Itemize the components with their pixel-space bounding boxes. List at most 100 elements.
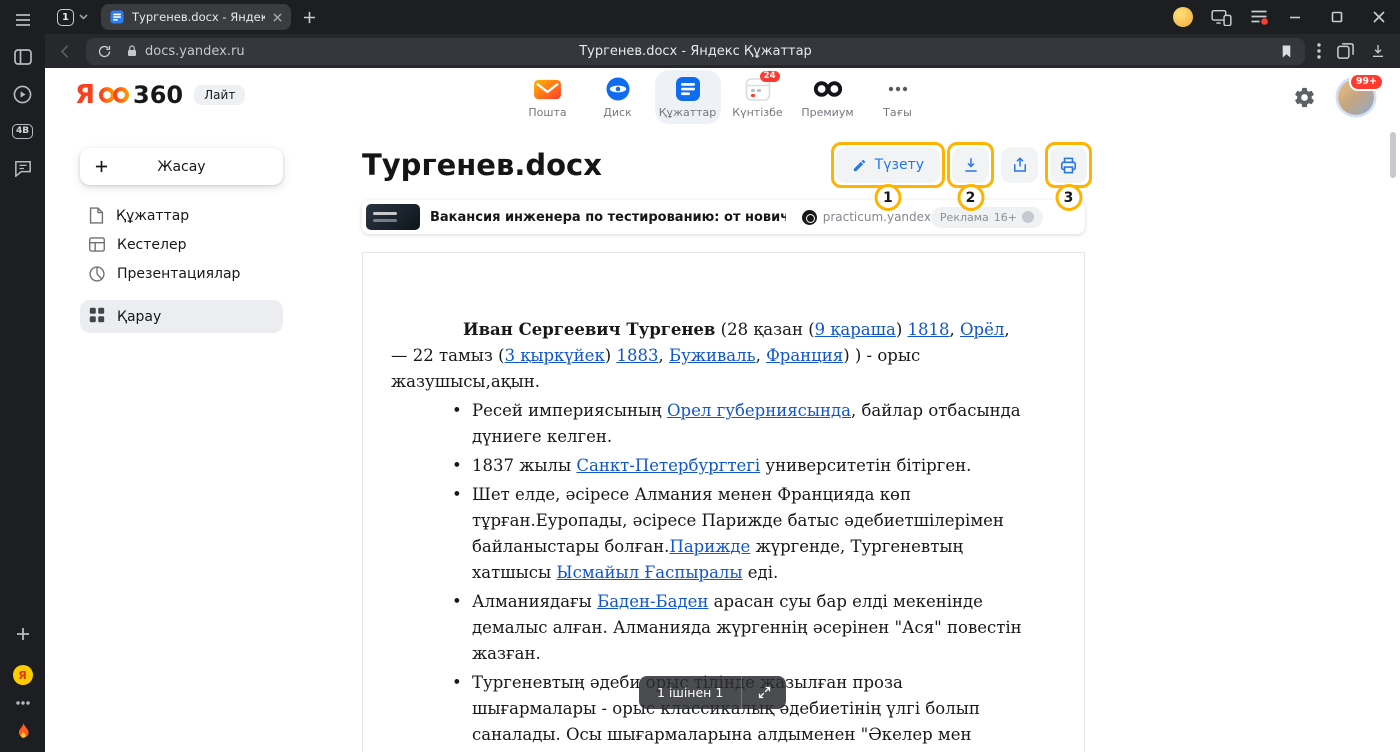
doc-link[interactable]: Орёл	[960, 320, 1004, 339]
service-calendar[interactable]: 24 Күнтізбе	[725, 70, 791, 124]
notifications-icon[interactable]	[1250, 9, 1268, 25]
doc-link[interactable]: Баден-Баден	[597, 592, 708, 611]
logo-badge: Лайт	[194, 85, 245, 105]
settings-gear-icon[interactable]	[1293, 86, 1316, 109]
4b-badge-label: 4B	[12, 124, 33, 139]
menu-icon[interactable]	[12, 9, 34, 31]
document-icon	[89, 207, 104, 224]
yandex-icon[interactable]: Я	[12, 664, 34, 686]
calendar-badge: 24	[760, 71, 780, 83]
panels-icon[interactable]	[1337, 43, 1354, 59]
back-icon[interactable]	[57, 43, 74, 60]
more-icon	[888, 76, 908, 103]
sidebar-item-label: Кестелер	[117, 237, 186, 253]
service-mail[interactable]: Пошта	[515, 70, 581, 124]
doc-link[interactable]: 1883	[616, 346, 658, 365]
service-disk[interactable]: Диск	[585, 70, 651, 124]
profile-avatar[interactable]: 99+	[1338, 79, 1374, 115]
doc-text: ,	[658, 346, 669, 365]
sidebar-item-documents[interactable]: Құжаттар	[80, 201, 283, 230]
doc-link[interactable]: 3 қыркүйек	[505, 346, 605, 365]
print-button[interactable]	[1050, 147, 1087, 183]
maximize-button[interactable]	[1316, 0, 1358, 34]
downloads-icon[interactable]	[1370, 43, 1386, 59]
devices-icon[interactable]	[1211, 9, 1232, 26]
doc-link[interactable]: 1818	[908, 320, 950, 339]
ad-headline[interactable]: Вакансия инженера по тестированию: от но…	[430, 210, 786, 225]
share-button[interactable]	[1001, 147, 1038, 183]
docs-icon	[675, 76, 701, 103]
presentation-icon	[89, 266, 105, 282]
doc-bullet-item: Алманиядағы Баден-Баден арасан суы бар е…	[450, 589, 1022, 667]
ad-info-icon[interactable]	[1022, 211, 1034, 223]
play-icon[interactable]	[12, 83, 34, 105]
create-button[interactable]: Жасау	[80, 148, 283, 185]
fullscreen-icon[interactable]	[742, 676, 786, 709]
doc-link[interactable]: Буживаль	[669, 346, 756, 365]
more-dots-icon[interactable]	[12, 692, 34, 714]
ad-advertiser: practicum.yandex	[802, 210, 931, 225]
annotation-number-1: 1	[874, 184, 901, 211]
sidebar-item-presentations[interactable]: Презентациялар	[80, 259, 283, 288]
docs-favicon	[110, 10, 124, 24]
tab-title: Тургенев.docx - Яндек	[132, 10, 265, 24]
pencil-icon	[852, 158, 867, 173]
download-button[interactable]	[952, 147, 989, 183]
reload-icon[interactable]	[97, 44, 112, 59]
tab-close-icon[interactable]	[273, 13, 282, 22]
doc-text: (28 қазан (	[715, 320, 814, 339]
service-more[interactable]: Тағы	[865, 70, 931, 124]
advertiser-logo	[802, 210, 817, 225]
service-premium[interactable]: Премиум	[795, 70, 861, 124]
lock-icon	[126, 44, 138, 58]
active-tab[interactable]: Тургенев.docx - Яндек	[101, 4, 291, 30]
chat-icon[interactable]	[12, 157, 34, 179]
scrollbar-thumb[interactable]	[1390, 132, 1396, 178]
doc-link[interactable]: Франция	[766, 346, 843, 365]
doc-link[interactable]: Санкт-Петербургтегі	[576, 456, 760, 475]
ad-label: Реклама	[940, 211, 989, 224]
close-button[interactable]	[1358, 0, 1400, 34]
service-docs[interactable]: Құжаттар	[655, 70, 721, 124]
doc-text: Алманиядағы	[472, 592, 597, 611]
calendar-icon: 24	[745, 76, 771, 103]
doc-bullet-item: 1837 жылы Санкт-Петербургтегі университе…	[450, 453, 1022, 479]
sidebar-item-view[interactable]: Қарау	[80, 300, 283, 333]
annotation-box-3: 3	[1045, 142, 1092, 188]
app-header: Я 360 Лайт Пошта Диск Құжаттар 24	[45, 68, 1400, 126]
edit-button[interactable]: Түзету	[836, 147, 940, 183]
minimize-button[interactable]	[1274, 0, 1316, 34]
ad-label-pill: Реклама 16+	[931, 207, 1043, 228]
browser-side-rail: 4B Я	[0, 0, 45, 752]
disk-icon	[605, 76, 631, 103]
url-field[interactable]: docs.yandex.ru Тургенев.docx - Яндекс Құ…	[86, 38, 1305, 65]
services-nav: Пошта Диск Құжаттар 24 Күнтізбе Премиум	[515, 70, 931, 124]
profile-avatar-small[interactable]	[1173, 7, 1193, 27]
create-button-label: Жасау	[80, 159, 283, 175]
rail-add-icon[interactable]	[12, 623, 34, 645]
4b-badge[interactable]: 4B	[12, 120, 34, 142]
bookmark-icon[interactable]	[1280, 44, 1293, 59]
site-chip[interactable]: docs.yandex.ru	[126, 44, 245, 59]
doc-link[interactable]: Парижде	[669, 537, 750, 556]
sidebar-item-tables[interactable]: Кестелер	[80, 230, 283, 259]
toolbar-actions: Түзету 1 2 3	[831, 142, 1092, 188]
doc-paragraph: Иван Сергеевич Тургенев (28 қазан (9 қар…	[391, 317, 1022, 395]
page-indicator-label: 1 ішінен 1	[639, 685, 741, 700]
doc-link[interactable]: 9 қараша	[815, 320, 896, 339]
doc-bullet-item: Шет елде, әсіресе Алмания менен Францияд…	[450, 482, 1022, 586]
service-label: Премиум	[801, 106, 853, 119]
doc-link[interactable]: Ысмайыл Ғаспыралы	[556, 563, 742, 582]
service-label: Құжаттар	[659, 106, 717, 119]
sidebar-panel-icon[interactable]	[12, 46, 34, 68]
kebab-menu-icon[interactable]	[1317, 43, 1321, 59]
new-tab-button[interactable]	[303, 11, 316, 24]
flame-icon[interactable]	[12, 720, 34, 742]
tab-group-button[interactable]: 1	[52, 6, 93, 29]
doc-text: Ресей империясының	[472, 401, 667, 420]
page-indicator: 1 ішінен 1	[639, 676, 786, 709]
yandex-360-logo[interactable]: Я 360 Лайт	[75, 82, 245, 108]
doc-link[interactable]: Орел губерниясында	[667, 401, 851, 420]
logo-360: 360	[133, 83, 183, 107]
edit-button-label: Түзету	[875, 157, 924, 173]
